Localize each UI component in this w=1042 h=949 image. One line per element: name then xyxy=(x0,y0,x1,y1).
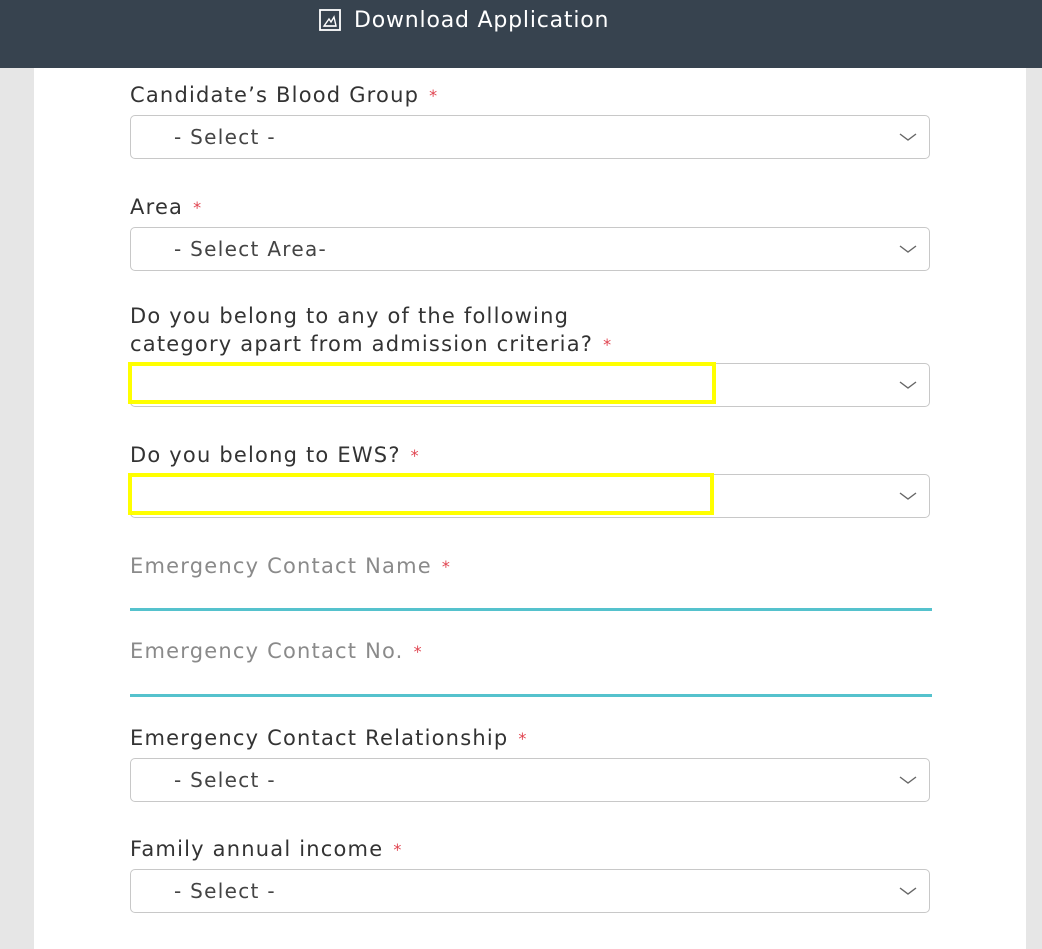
blood-group-label-text: Candidate’s Blood Group xyxy=(130,83,420,107)
form-panel: Candidate’s Blood Group * - Select - Area… xyxy=(34,68,1026,949)
category-select[interactable] xyxy=(128,362,930,407)
family-income-select[interactable]: - Select - xyxy=(130,869,930,913)
required-asterisk-icon: * xyxy=(410,445,420,465)
area-value: - Select Area- xyxy=(174,237,328,261)
family-income-label: Family annual income * xyxy=(130,836,403,863)
emergency-relationship-label: Emergency Contact Relationship * xyxy=(130,725,528,752)
highlight-box xyxy=(128,362,716,404)
chevron-down-icon xyxy=(899,887,917,895)
required-asterisk-icon: * xyxy=(393,839,403,859)
area-label-text: Area xyxy=(130,195,184,219)
highlight-box xyxy=(128,473,714,515)
required-asterisk-icon: * xyxy=(518,728,528,748)
page: Download Application Candidate’s Blood G… xyxy=(0,0,1042,949)
required-asterisk-icon: * xyxy=(413,641,423,661)
blood-group-label: Candidate’s Blood Group * xyxy=(130,82,438,109)
chevron-down-icon xyxy=(899,245,917,253)
chevron-down-icon xyxy=(899,776,917,784)
emergency-contact-no-input[interactable]: Emergency Contact No. * xyxy=(130,638,423,665)
download-application-label: Download Application xyxy=(354,7,610,33)
area-label: Area * xyxy=(130,194,202,221)
required-asterisk-icon: * xyxy=(429,85,439,105)
emergency-contact-name-underline xyxy=(130,608,932,611)
emergency-relationship-select[interactable]: - Select - xyxy=(130,758,930,802)
download-application-button[interactable]: Download Application xyxy=(318,3,609,37)
emergency-contact-no-placeholder: Emergency Contact No. xyxy=(130,639,404,663)
chevron-down-icon xyxy=(899,133,917,141)
required-asterisk-icon: * xyxy=(193,197,203,217)
required-asterisk-icon: * xyxy=(441,556,452,576)
required-asterisk-icon: * xyxy=(603,334,613,354)
emergency-relationship-value: - Select - xyxy=(174,768,276,792)
chevron-down-icon xyxy=(899,381,917,389)
category-label-line1: Do you belong to any of the following xyxy=(130,304,570,328)
emergency-contact-name-placeholder: Emergency Contact Name xyxy=(130,554,432,578)
category-label-line2: category apart from admission criteria? * xyxy=(130,331,612,358)
ews-select[interactable] xyxy=(128,473,930,518)
ews-label-text: Do you belong to EWS? xyxy=(130,443,401,467)
category-label-text: category apart from admission criteria? xyxy=(130,332,594,356)
emergency-contact-name-input[interactable]: Emergency Contact Name * xyxy=(130,553,451,580)
blood-group-select[interactable]: - Select - xyxy=(130,115,930,159)
download-bar: Download Application xyxy=(0,0,1042,68)
family-income-label-text: Family annual income xyxy=(130,837,384,861)
ews-label: Do you belong to EWS? * xyxy=(130,442,420,469)
area-select[interactable]: - Select Area- xyxy=(130,227,930,271)
emergency-contact-no-underline xyxy=(130,694,932,697)
chevron-down-icon xyxy=(899,492,917,500)
pdf-document-icon xyxy=(319,9,341,31)
blood-group-value: - Select - xyxy=(174,125,276,149)
family-income-value: - Select - xyxy=(174,879,276,903)
emergency-relationship-label-text: Emergency Contact Relationship xyxy=(130,726,509,750)
